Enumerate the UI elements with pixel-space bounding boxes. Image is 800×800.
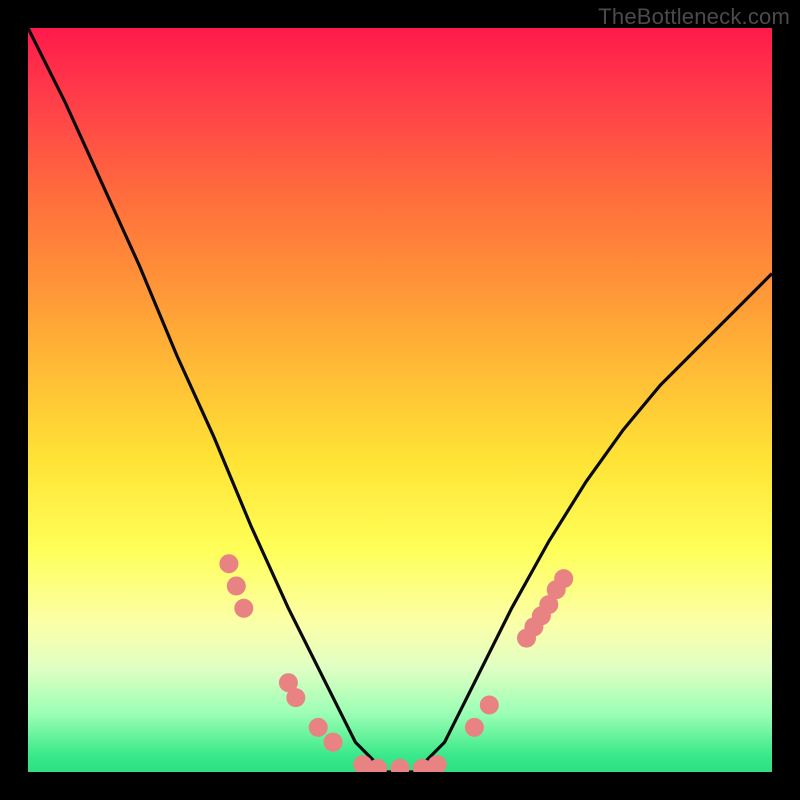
- chart-svg: [28, 28, 772, 772]
- data-marker: [286, 688, 305, 707]
- curve-group: [28, 28, 772, 772]
- marker-group: [219, 554, 573, 772]
- data-marker: [554, 569, 573, 588]
- data-marker: [219, 554, 238, 573]
- data-marker: [324, 733, 343, 752]
- bottleneck-curve: [28, 28, 772, 772]
- plot-area: [28, 28, 772, 772]
- data-marker: [391, 759, 410, 772]
- watermark-text: TheBottleneck.com: [598, 4, 790, 30]
- data-marker: [465, 718, 484, 737]
- data-marker: [480, 696, 499, 715]
- data-marker: [309, 718, 328, 737]
- outer-frame: TheBottleneck.com: [0, 0, 800, 800]
- data-marker: [227, 577, 246, 596]
- data-marker: [234, 599, 253, 618]
